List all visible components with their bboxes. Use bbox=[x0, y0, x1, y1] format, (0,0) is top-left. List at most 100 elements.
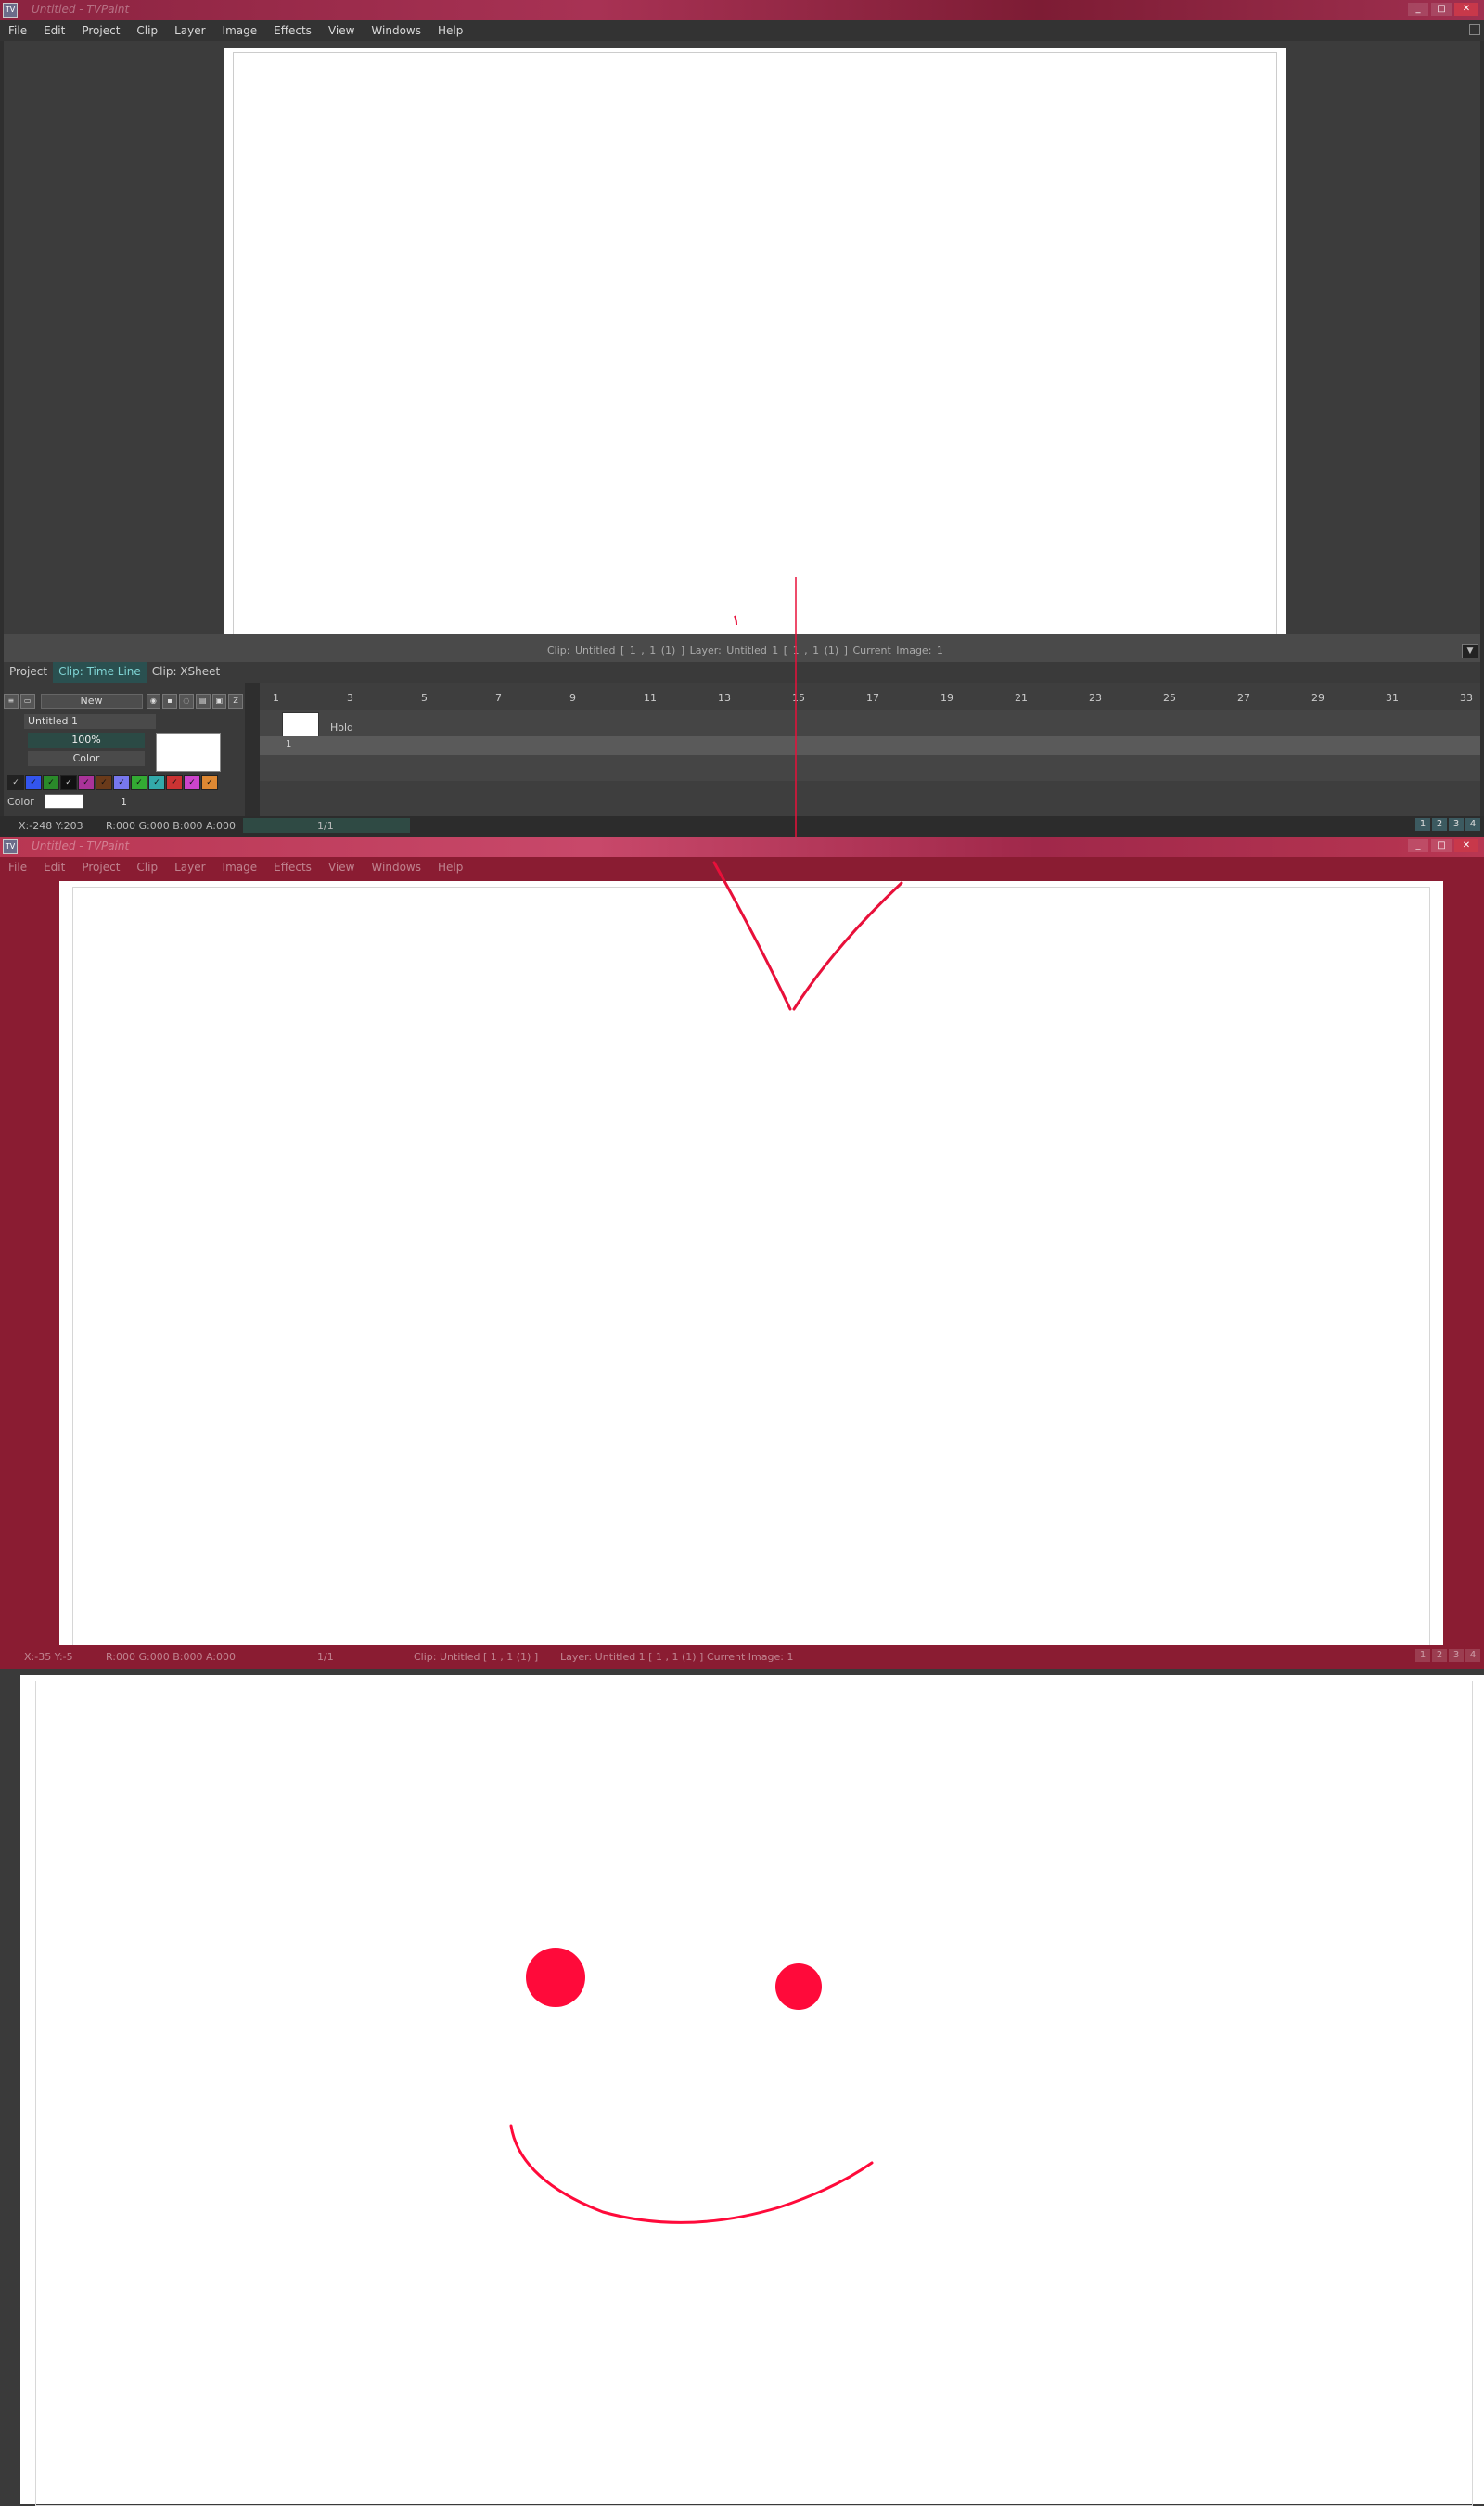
menu-windows[interactable]: Windows bbox=[363, 861, 429, 874]
menu-view[interactable]: View bbox=[320, 24, 363, 37]
menu-effects[interactable]: Effects bbox=[265, 861, 320, 874]
frame-number[interactable]: 23 bbox=[1089, 692, 1102, 704]
minimize-button[interactable]: _ bbox=[1408, 3, 1428, 16]
close-button[interactable]: ✕ bbox=[1454, 839, 1478, 852]
menu-file[interactable]: File bbox=[0, 24, 35, 37]
app-icon: TV bbox=[3, 839, 18, 854]
frame-number[interactable]: 5 bbox=[421, 692, 428, 704]
drawing-canvas[interactable] bbox=[20, 1675, 1484, 2506]
swatch[interactable]: ✓ bbox=[113, 775, 130, 790]
drawing-canvas[interactable] bbox=[59, 881, 1443, 1645]
swatch[interactable]: ✓ bbox=[166, 775, 183, 790]
frame-number[interactable]: 15 bbox=[792, 692, 805, 704]
frame-number[interactable]: 19 bbox=[940, 692, 953, 704]
zoom-icon[interactable]: Z bbox=[228, 694, 244, 709]
swatch[interactable]: ✓ bbox=[60, 775, 77, 790]
panel-tabs: Project Clip: Time Line Clip: XSheet bbox=[4, 662, 1480, 683]
status-bar: X:-35 Y:-5 R:000 G:000 B:000 A:000 1/1 C… bbox=[0, 1647, 1484, 1668]
frame-number[interactable]: 7 bbox=[495, 692, 502, 704]
color-swatch[interactable] bbox=[45, 794, 83, 809]
swatch[interactable]: ✓ bbox=[96, 775, 112, 790]
layer-menu-icon[interactable]: ≡ bbox=[4, 694, 19, 709]
frame-number[interactable]: 3 bbox=[347, 692, 353, 704]
layer-row[interactable]: Untitled 1 100% Color bbox=[4, 712, 245, 772]
swatch[interactable]: ✓ bbox=[201, 775, 218, 790]
page-button-1[interactable]: 1 bbox=[1415, 818, 1430, 831]
page-button-1[interactable]: 1 bbox=[1415, 1649, 1430, 1662]
menu-layer[interactable]: Layer bbox=[166, 861, 213, 874]
swatch[interactable]: ✓ bbox=[25, 775, 42, 790]
menu-image[interactable]: Image bbox=[214, 861, 266, 874]
frame-number[interactable]: 31 bbox=[1386, 692, 1399, 704]
chevron-down-icon[interactable]: ▼ bbox=[1462, 644, 1478, 658]
frame-number[interactable]: 11 bbox=[644, 692, 657, 704]
frame-number[interactable]: 17 bbox=[866, 692, 879, 704]
menu-image[interactable]: Image bbox=[214, 24, 266, 37]
page-button-4[interactable]: 4 bbox=[1465, 818, 1480, 831]
menu-view[interactable]: View bbox=[320, 861, 363, 874]
page-button-3[interactable]: 3 bbox=[1449, 1649, 1464, 1662]
menu-file[interactable]: File bbox=[0, 861, 35, 874]
menu-edit[interactable]: Edit bbox=[35, 24, 73, 37]
blend-mode-select[interactable]: Color bbox=[28, 751, 145, 766]
page-button-2[interactable]: 2 bbox=[1432, 818, 1447, 831]
status-bar: X:-248 Y:203 R:000 G:000 B:000 A:000 1/1… bbox=[0, 816, 1484, 837]
window-controls: _ □ ✕ bbox=[1408, 3, 1478, 16]
page-button-3[interactable]: 3 bbox=[1449, 818, 1464, 831]
page-button-2[interactable]: 2 bbox=[1432, 1649, 1447, 1662]
swatch[interactable]: ✓ bbox=[43, 775, 59, 790]
eye-icon[interactable]: ◉ bbox=[146, 694, 161, 709]
page-button-4[interactable]: 4 bbox=[1465, 1649, 1480, 1662]
close-button[interactable]: ✕ bbox=[1454, 3, 1478, 16]
maximize-button[interactable]: □ bbox=[1431, 3, 1452, 16]
frame-number[interactable]: 21 bbox=[1015, 692, 1028, 704]
light-table-icon[interactable]: ◌ bbox=[179, 694, 194, 709]
page-buttons: 1 2 3 4 bbox=[1415, 1649, 1480, 1662]
menu-edit[interactable]: Edit bbox=[35, 861, 73, 874]
menu-help[interactable]: Help bbox=[429, 24, 471, 37]
menu-project[interactable]: Project bbox=[73, 24, 128, 37]
restore-icon[interactable] bbox=[1469, 24, 1480, 35]
window-title: Untitled - TVPaint bbox=[32, 3, 130, 16]
swatch[interactable]: ✓ bbox=[148, 775, 165, 790]
menu-windows[interactable]: Windows bbox=[363, 24, 429, 37]
cell-number: 1 bbox=[286, 739, 292, 749]
menu-effects[interactable]: Effects bbox=[265, 24, 320, 37]
frame-number[interactable]: 9 bbox=[569, 692, 576, 704]
swatch[interactable]: ✓ bbox=[131, 775, 147, 790]
frame-number[interactable]: 1 bbox=[273, 692, 279, 704]
tab-clip-xsheet[interactable]: Clip: XSheet bbox=[147, 662, 225, 683]
stencil-icon[interactable]: ▤ bbox=[195, 694, 211, 709]
preserve-icon[interactable]: ▣ bbox=[211, 694, 227, 709]
swatch[interactable]: ✓ bbox=[7, 775, 24, 790]
app-window-2: TV Untitled - TVPaint _ □ ✕ File Edit Pr… bbox=[0, 837, 1484, 1669]
timeline-scrollbar[interactable] bbox=[245, 683, 260, 816]
swatch[interactable]: ✓ bbox=[78, 775, 95, 790]
new-layer-button[interactable]: New bbox=[40, 694, 143, 709]
left-panel-edge bbox=[0, 1669, 20, 2504]
hold-label[interactable]: Hold bbox=[330, 722, 353, 734]
frame-number[interactable]: 29 bbox=[1311, 692, 1324, 704]
menu-project[interactable]: Project bbox=[73, 861, 128, 874]
tab-project[interactable]: Project bbox=[4, 662, 53, 683]
frame-number[interactable]: 25 bbox=[1163, 692, 1176, 704]
drawing-canvas[interactable] bbox=[224, 48, 1286, 634]
opacity-field[interactable]: 100% bbox=[28, 733, 145, 748]
minimize-button[interactable]: _ bbox=[1408, 839, 1428, 852]
maximize-button[interactable]: □ bbox=[1431, 839, 1452, 852]
frame-number[interactable]: 13 bbox=[718, 692, 731, 704]
image-info: Current Image: 1 bbox=[707, 1651, 794, 1663]
frame-number[interactable]: 27 bbox=[1237, 692, 1250, 704]
frame-number[interactable]: 33 bbox=[1460, 692, 1473, 704]
menu-clip[interactable]: Clip bbox=[128, 861, 166, 874]
swatch[interactable]: ✓ bbox=[184, 775, 200, 790]
color-index: 1 bbox=[121, 795, 127, 808]
menu-clip[interactable]: Clip bbox=[128, 24, 166, 37]
lock-icon[interactable]: ▪ bbox=[162, 694, 178, 709]
layer-name[interactable]: Untitled 1 bbox=[24, 714, 156, 729]
layer-options-icon[interactable]: ▭ bbox=[19, 694, 35, 709]
tab-clip-timeline[interactable]: Clip: Time Line bbox=[53, 662, 147, 683]
color-label: Color bbox=[7, 795, 34, 808]
menu-help[interactable]: Help bbox=[429, 861, 471, 874]
menu-layer[interactable]: Layer bbox=[166, 24, 213, 37]
